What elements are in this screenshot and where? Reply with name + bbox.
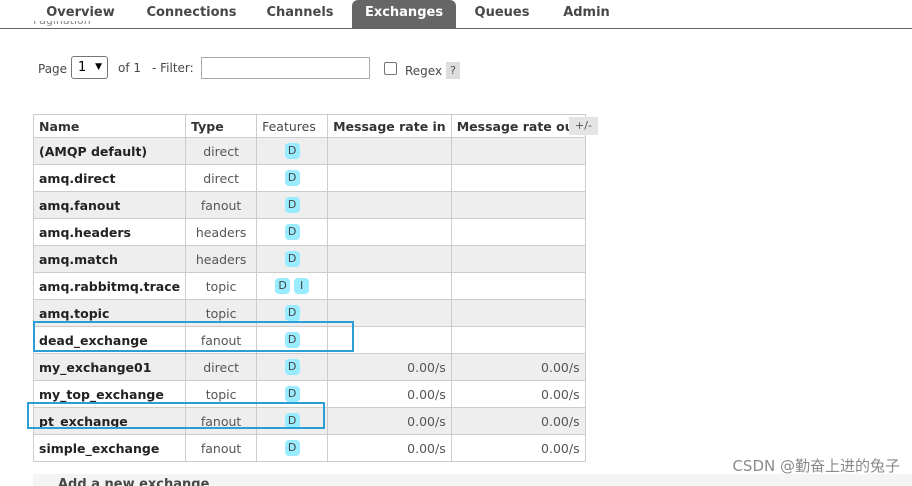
- feature-badge: D: [284, 197, 300, 214]
- exchange-type: direct: [185, 137, 258, 165]
- feature-badge: D: [284, 440, 300, 457]
- feature-badge: D: [284, 170, 300, 187]
- table-row: simple_exchange fanout D 0.00/s 0.00/s: [32, 434, 586, 462]
- columns-toggle-button[interactable]: +/-: [569, 117, 598, 135]
- feature-badge: D: [284, 305, 300, 322]
- message-rate-out: [450, 299, 586, 327]
- column-header-name[interactable]: Name: [32, 114, 187, 138]
- table-row: amq.rabbitmq.trace topic D I: [32, 272, 586, 300]
- exchange-features: D: [256, 164, 329, 192]
- exchange-type: fanout: [185, 191, 258, 219]
- message-rate-in: [327, 272, 452, 300]
- exchange-features: D: [256, 191, 329, 219]
- exchange-type: headers: [185, 218, 258, 246]
- feature-badge: D: [284, 359, 300, 376]
- chevron-down-icon: ▼: [95, 62, 102, 72]
- exchange-features: D: [256, 245, 329, 273]
- exchange-name-link[interactable]: (AMQP default): [32, 137, 187, 165]
- message-rate-out: [450, 272, 586, 300]
- help-icon[interactable]: ?: [446, 62, 460, 79]
- watermark: CSDN @勤奋上进的兔子: [732, 457, 900, 475]
- exchange-name-link[interactable]: amq.headers: [32, 218, 187, 246]
- exchange-features: DI: [256, 272, 329, 300]
- message-rate-out: [450, 218, 586, 246]
- tab-exchanges[interactable]: Exchanges: [352, 0, 456, 28]
- page-label: Page: [38, 62, 68, 76]
- exchange-type: headers: [185, 245, 258, 273]
- feature-badge: D: [284, 143, 300, 160]
- exchange-type: direct: [185, 353, 258, 381]
- table-row: (AMQP default) direct D: [32, 137, 586, 165]
- filter-input[interactable]: [201, 57, 370, 79]
- message-rate-out: [450, 191, 586, 219]
- table-row: amq.fanout fanout D: [32, 191, 586, 219]
- message-rate-in: [327, 137, 452, 165]
- tab-admin[interactable]: Admin: [553, 0, 620, 28]
- message-rate-in: [327, 164, 452, 192]
- column-header-type[interactable]: Type: [185, 114, 258, 138]
- filter-label: - Filter:: [152, 61, 194, 75]
- tab-connections[interactable]: Connections: [140, 0, 243, 28]
- exchange-name-link[interactable]: amq.match: [32, 245, 187, 273]
- main-nav: Overview Connections Channels Exchanges …: [0, 0, 912, 29]
- message-rate-in: 0.00/s: [327, 434, 452, 462]
- message-rate-in: 0.00/s: [327, 407, 452, 435]
- exchange-name-link[interactable]: simple_exchange: [32, 434, 187, 462]
- feature-badge: D: [275, 278, 291, 295]
- highlight-box-dead-exchange: [33, 321, 354, 352]
- feature-badge: D: [284, 251, 300, 268]
- message-rate-in: [327, 218, 452, 246]
- exchange-features: D: [256, 434, 329, 462]
- tab-channels[interactable]: Channels: [255, 0, 345, 28]
- message-rate-out: 0.00/s: [450, 434, 586, 462]
- message-rate-out: 0.00/s: [450, 353, 586, 381]
- feature-badge: I: [294, 278, 310, 295]
- feature-badge: D: [284, 386, 300, 403]
- feature-badge: D: [284, 224, 300, 241]
- column-header-features: Features: [256, 114, 329, 138]
- message-rate-out: [450, 245, 586, 273]
- exchange-type: direct: [185, 164, 258, 192]
- regex-label: Regex: [405, 64, 443, 78]
- message-rate-out: 0.00/s: [450, 407, 586, 435]
- exchange-name-link[interactable]: amq.fanout: [32, 191, 187, 219]
- regex-checkbox[interactable]: [384, 62, 397, 75]
- exchange-name-link[interactable]: amq.rabbitmq.trace: [32, 272, 187, 300]
- column-header-rate-out: Message rate out: [450, 114, 586, 138]
- table-row: amq.direct direct D: [32, 164, 586, 192]
- exchange-features: D: [256, 353, 329, 381]
- add-exchange-label: Add a new exchange: [58, 477, 210, 486]
- message-rate-out: [450, 164, 586, 192]
- page-select-value: 1: [78, 60, 87, 75]
- column-header-rate-in: Message rate in: [327, 114, 452, 138]
- highlight-box-pt-exchange: [27, 402, 325, 429]
- message-rate-out: [450, 326, 586, 354]
- pagination-legend: Pagination: [33, 21, 91, 33]
- table-row: my_exchange01 direct D 0.00/s 0.00/s: [32, 353, 586, 381]
- exchange-features: D: [256, 137, 329, 165]
- message-rate-in: 0.00/s: [327, 353, 452, 381]
- message-rate-in: [327, 245, 452, 273]
- tab-queues[interactable]: Queues: [463, 0, 541, 28]
- page-select[interactable]: 1 ▼: [71, 56, 108, 79]
- message-rate-out: [450, 137, 586, 165]
- exchange-type: topic: [185, 272, 258, 300]
- exchange-name-link[interactable]: amq.direct: [32, 164, 187, 192]
- table-row: amq.headers headers D: [32, 218, 586, 246]
- exchange-name-link[interactable]: my_exchange01: [32, 353, 187, 381]
- message-rate-in: [327, 191, 452, 219]
- message-rate-in: 0.00/s: [327, 380, 452, 408]
- exchange-features: D: [256, 218, 329, 246]
- table-header-row: Name Type Features Message rate in Messa…: [32, 114, 586, 138]
- table-row: amq.match headers D: [32, 245, 586, 273]
- message-rate-out: 0.00/s: [450, 380, 586, 408]
- exchange-type: fanout: [185, 434, 258, 462]
- page-count-label: of 1: [118, 61, 142, 75]
